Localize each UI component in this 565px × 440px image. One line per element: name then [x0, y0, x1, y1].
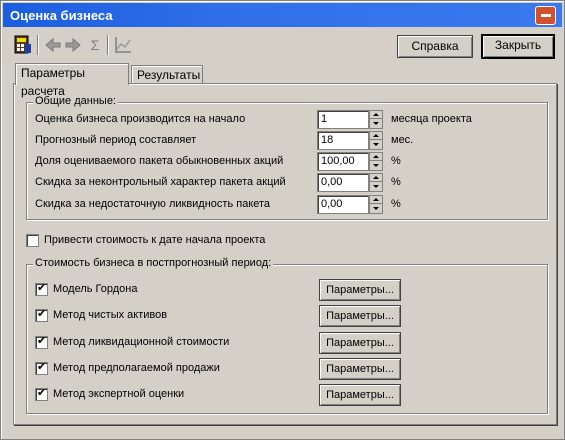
sigma-icon[interactable]: Σ [85, 35, 105, 55]
share-unit: % [391, 155, 401, 167]
noncontrol-discount-field[interactable]: 0,00 [317, 173, 369, 192]
tab-results[interactable]: Результаты [131, 65, 203, 85]
forecast-period-field[interactable]: 18 [317, 131, 369, 150]
toolbar-separator [107, 35, 109, 55]
forward-icon[interactable] [43, 35, 63, 55]
gordon-model-checkbox[interactable] [35, 281, 48, 296]
expert-estimate-params-button[interactable]: Параметры... [319, 384, 401, 406]
forecast-period-stepper[interactable] [369, 131, 383, 150]
liquidity-discount-stepper[interactable] [369, 195, 383, 214]
expert-estimate-checkbox[interactable] [35, 386, 48, 401]
start-month-stepper[interactable] [369, 110, 383, 129]
window-title: Оценка бизнеса [10, 8, 113, 23]
row-label-forecast-period: Прогнозный период составляет [35, 134, 197, 146]
postforecast-title: Стоимость бизнеса в постпрогнозный перио… [33, 257, 274, 269]
presumed-sale-params-button[interactable]: Параметры... [319, 358, 401, 380]
dialog-window: Оценка бизнеса Σ Справка Закрыть Парамет… [0, 0, 565, 440]
liquidation-params-button[interactable]: Параметры... [319, 332, 401, 354]
toolbar: Σ [11, 33, 141, 59]
help-button[interactable]: Справка [397, 35, 473, 58]
gordon-params-button[interactable]: Параметры... [319, 279, 401, 301]
net-assets-params-button[interactable]: Параметры... [319, 305, 401, 327]
calculator-icon[interactable] [13, 35, 33, 55]
row-label-noncontrol-discount: Скидка за неконтрольный характер пакета … [35, 176, 286, 188]
start-month-unit: месяца проекта [391, 113, 472, 125]
presumed-sale-checkbox[interactable] [35, 360, 48, 375]
expert-estimate-label[interactable]: Метод экспертной оценки [53, 388, 184, 400]
liquidity-discount-field[interactable]: 0,00 [317, 195, 369, 214]
share-field[interactable]: 100,00 [317, 152, 369, 171]
back-icon[interactable] [63, 35, 83, 55]
row-label-share: Доля оцениваемого пакета обыкновенных ак… [35, 155, 284, 167]
net-assets-label[interactable]: Метод чистых активов [53, 309, 167, 321]
row-label-liquidity-discount: Скидка за недостаточную ликвидность паке… [35, 198, 271, 210]
noncontrol-discount-unit: % [391, 176, 401, 188]
liquidation-checkbox[interactable] [35, 334, 48, 349]
tab-calc-params[interactable]: Параметры расчета [15, 63, 129, 98]
title-bar[interactable]: Оценка бизнеса [3, 3, 562, 27]
row-label-start-month: Оценка бизнеса производится на начало [35, 113, 246, 125]
gordon-model-label[interactable]: Модель Гордона [53, 283, 137, 295]
presumed-sale-label[interactable]: Метод предполагаемой продажи [53, 362, 220, 374]
tab-panel: Общие данные: Оценка бизнеса производитс… [13, 83, 557, 425]
chart-icon[interactable] [113, 35, 133, 55]
start-month-field[interactable]: 1 [317, 110, 369, 129]
close-window-icon[interactable] [535, 6, 556, 25]
share-stepper[interactable] [369, 152, 383, 171]
liquidation-label[interactable]: Метод ликвидационной стоимости [53, 336, 229, 348]
net-assets-checkbox[interactable] [35, 307, 48, 322]
postforecast-group: Стоимость бизнеса в постпрогнозный перио… [26, 257, 548, 414]
adjust-to-start-label[interactable]: Привести стоимость к дате начала проекта [44, 234, 265, 246]
liquidity-discount-unit: % [391, 198, 401, 210]
noncontrol-discount-stepper[interactable] [369, 173, 383, 192]
adjust-to-start-checkbox[interactable] [26, 234, 39, 247]
toolbar-separator [37, 35, 39, 55]
general-data-group: Общие данные: Оценка бизнеса производитс… [26, 95, 548, 220]
forecast-period-unit: мес. [391, 134, 414, 146]
close-button[interactable]: Закрыть [481, 34, 555, 59]
